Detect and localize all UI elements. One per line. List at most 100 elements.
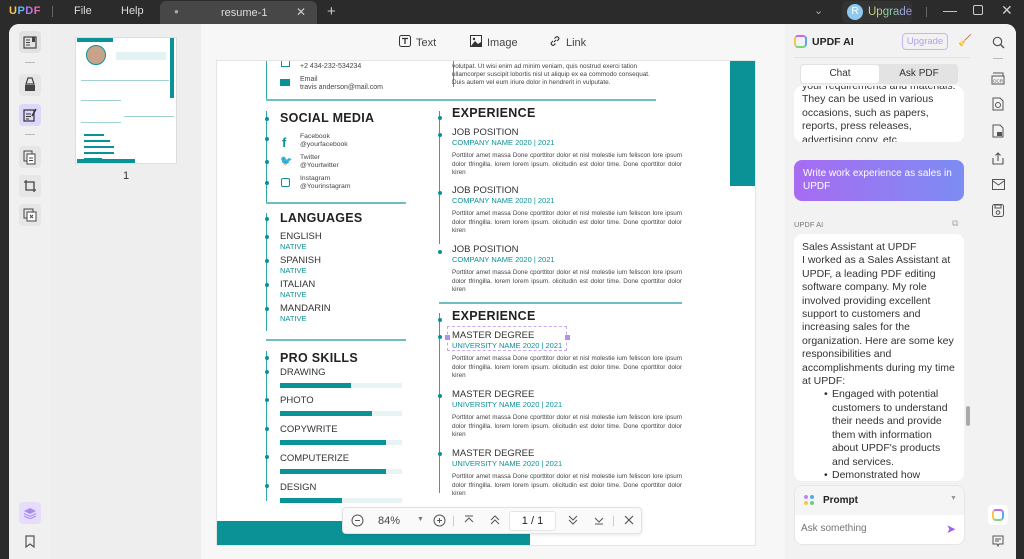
tab-close-icon[interactable]: ✕ — [296, 5, 306, 19]
skill-bar-fill — [280, 498, 343, 503]
ask-input[interactable] — [801, 523, 941, 534]
close-zoombar-icon[interactable] — [623, 514, 635, 529]
layers-icon[interactable] — [19, 502, 41, 524]
skill-name: DESIGN — [280, 482, 317, 493]
first-page-icon[interactable] — [463, 514, 475, 529]
maximize-button[interactable] — [973, 5, 983, 15]
languages-heading: LANGUAGES — [280, 211, 363, 225]
divider — [453, 516, 454, 526]
tab-ask-pdf[interactable]: Ask PDF — [880, 64, 958, 84]
protect-icon[interactable] — [988, 121, 1008, 141]
email-text: travis anderson@mail.com — [300, 84, 383, 91]
skill-bar — [280, 498, 402, 503]
previous-page-icon[interactable] — [489, 514, 501, 529]
edit-pdf-icon[interactable] — [19, 104, 41, 126]
prompt-dropdown-icon[interactable]: ▼ — [950, 495, 957, 502]
image-label: Image — [487, 36, 518, 49]
selection-handle-right[interactable] — [565, 335, 570, 340]
add-text-button[interactable]: Text — [399, 35, 436, 50]
thumbnail-panel: 1 — [51, 24, 201, 559]
experience-heading: EXPERIENCE — [452, 106, 536, 120]
divider — [926, 7, 927, 17]
left-toolbar — [9, 24, 51, 559]
phone-icon — [281, 61, 290, 67]
chat-scrollbar[interactable] — [966, 406, 970, 426]
tab-resume-1[interactable]: ● resume-1 ✕ — [160, 1, 317, 24]
updf-ai-icon[interactable] — [988, 505, 1008, 525]
ai-upgrade-button[interactable]: Upgrade — [902, 33, 948, 50]
tabs-dropdown-icon[interactable]: ⌄ — [814, 4, 823, 17]
prompt-icon — [804, 495, 814, 505]
social-instagram: Instagram @Yourinstagram — [300, 175, 351, 190]
ai-header: UPDF AI — [794, 35, 854, 48]
email-icon[interactable] — [988, 174, 1008, 194]
entry-description: Porttitor amet massa Done cporttitor dol… — [452, 355, 682, 379]
skill-bar-fill — [280, 411, 372, 416]
account-upgrade-button[interactable]: R Upgrade — [842, 1, 912, 23]
prompt-selector[interactable]: Prompt ▼ — [795, 486, 964, 515]
add-link-button[interactable]: Link — [549, 35, 586, 50]
copy-icon[interactable]: ⧉ — [952, 218, 958, 229]
selection-handle-left[interactable] — [445, 335, 450, 340]
organize-pages-icon[interactable] — [19, 146, 41, 168]
language-level: NATIVE — [280, 314, 307, 323]
entry-subtitle: COMPANY NAME 2020 | 2021 — [452, 196, 555, 205]
add-image-button[interactable]: Image — [470, 35, 518, 50]
tab-chat[interactable]: Chat — [801, 65, 879, 83]
text-icon — [399, 35, 411, 50]
save-icon[interactable] — [988, 200, 1008, 220]
clear-chat-icon[interactable]: 🧹 — [958, 34, 972, 47]
next-page-icon[interactable] — [567, 514, 579, 529]
edit-toolbar: Text Image Link — [201, 24, 785, 60]
social-media-heading: SOCIAL MEDIA — [280, 111, 375, 125]
menu-file[interactable]: File — [74, 5, 92, 17]
minimize-button[interactable]: — — [943, 2, 957, 18]
ai-assistant-panel: UPDF AI Upgrade 🧹 Chat Ask PDF your requ… — [785, 24, 981, 559]
skill-bar-fill — [280, 440, 387, 445]
about-text: volutpat. Ut wisi enim ad minim veniam, … — [452, 63, 650, 86]
education-heading: EXPERIENCE — [452, 309, 536, 323]
zoom-in-icon[interactable] — [433, 514, 446, 530]
divider — [794, 57, 970, 58]
language-name: ITALIAN — [280, 279, 316, 290]
ocr-icon[interactable]: OCR — [988, 68, 1008, 88]
bookmark-icon[interactable] — [19, 530, 41, 552]
crop-icon[interactable] — [19, 175, 41, 197]
menu-help[interactable]: Help — [121, 5, 144, 17]
page-thumbnail-1[interactable] — [75, 37, 177, 164]
divider — [25, 134, 35, 135]
pdf-page[interactable]: +2 434-232-534234 Email travis anderson@… — [216, 60, 756, 546]
new-tab-button[interactable]: + — [327, 3, 336, 20]
skill-name: COMPUTERIZE — [280, 453, 350, 464]
thumbnail-page-number: 1 — [123, 170, 130, 182]
tab-title: resume-1 — [221, 7, 268, 19]
ai-response-label: UPDF AI — [794, 220, 824, 229]
text-selection-box[interactable] — [447, 326, 567, 351]
profile-photo-thumb — [86, 45, 106, 65]
last-page-icon[interactable] — [593, 514, 605, 529]
skill-name: DRAWING — [280, 367, 326, 378]
divider — [993, 58, 1003, 59]
email-icon — [280, 79, 290, 86]
zoom-dropdown-icon[interactable]: ▼ — [417, 516, 424, 523]
send-icon[interactable]: ➤ — [946, 522, 956, 536]
tab-modified-dot: ● — [174, 7, 179, 16]
page-number-input[interactable]: 1 / 1 — [509, 511, 556, 531]
reader-mode-icon[interactable] — [19, 31, 41, 53]
search-icon[interactable] — [988, 32, 1008, 52]
svg-text:OCR: OCR — [993, 78, 1004, 83]
convert-icon[interactable] — [988, 94, 1008, 114]
close-window-button[interactable]: ✕ — [1001, 2, 1013, 19]
divider — [52, 6, 53, 17]
pro-skills-heading: PRO SKILLS — [280, 351, 359, 365]
response-bullet: Engaged with potential customers to unde… — [824, 388, 956, 468]
comments-icon[interactable] — [988, 531, 1008, 551]
comment-highlighter-icon[interactable] — [19, 74, 41, 96]
zoom-level[interactable]: 84% — [378, 515, 400, 527]
zoom-out-icon[interactable] — [351, 514, 364, 530]
divider — [266, 99, 656, 101]
share-icon[interactable] — [988, 148, 1008, 168]
page-tools-icon[interactable] — [19, 204, 41, 226]
title-bar: UPDF File Help ● resume-1 ✕ + ⌄ R Upgrad… — [0, 0, 1024, 24]
entry-title: JOB POSITION — [452, 185, 519, 196]
